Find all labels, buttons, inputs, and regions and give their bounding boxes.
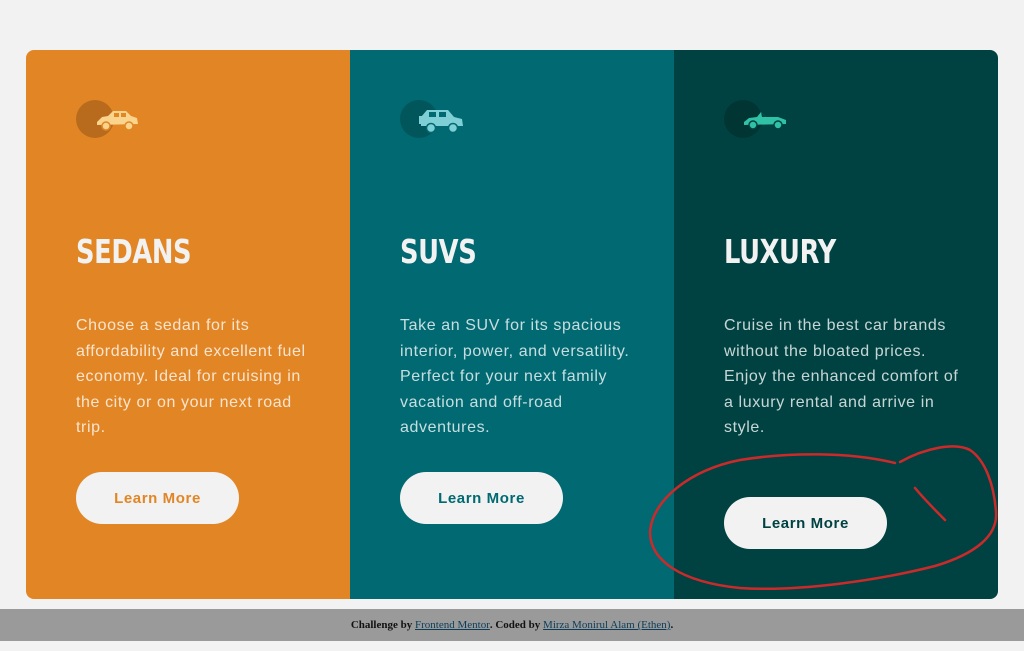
sedan-car-icon xyxy=(76,100,146,140)
learn-more-button-luxury[interactable]: Learn More xyxy=(724,497,887,549)
footer-suffix: . xyxy=(670,619,674,631)
footer-prefix: Challenge by xyxy=(350,619,415,631)
card-title-suvs: SUVS xyxy=(400,232,477,271)
card-description-luxury: Cruise in the best car brands without th… xyxy=(724,317,959,437)
sedan-car-glyph xyxy=(97,111,138,131)
car-cards-container: SEDANS Choose a sedan for its affordabil… xyxy=(26,50,998,599)
luxury-car-glyph xyxy=(744,112,786,130)
card-title-sedans: SEDANS xyxy=(76,232,192,271)
footer-middle: . Coded by xyxy=(489,619,544,631)
card-sedans: SEDANS Choose a sedan for its affordabil… xyxy=(26,50,350,599)
learn-more-button-suvs[interactable]: Learn More xyxy=(400,472,563,524)
learn-more-button-sedans[interactable]: Learn More xyxy=(76,472,239,524)
attribution-footer: Challenge by Frontend Mentor. Coded by M… xyxy=(0,609,1024,641)
card-description-suvs: Take an SUV for its spacious interior, p… xyxy=(400,317,630,437)
card-title-luxury: LUXURY xyxy=(724,232,836,271)
author-link[interactable]: Mirza Monirul Alam (Ethen) xyxy=(543,619,670,631)
card-description-sedans: Choose a sedan for its affordability and… xyxy=(76,317,306,437)
suv-car-glyph xyxy=(419,110,463,134)
card-suvs: SUVS Take an SUV for its spacious interi… xyxy=(350,50,674,599)
suv-car-icon xyxy=(400,100,470,140)
card-luxury: LUXURY Cruise in the best car brands wit… xyxy=(674,50,998,599)
luxury-car-icon xyxy=(724,100,794,140)
frontend-mentor-link[interactable]: Frontend Mentor xyxy=(415,619,490,631)
